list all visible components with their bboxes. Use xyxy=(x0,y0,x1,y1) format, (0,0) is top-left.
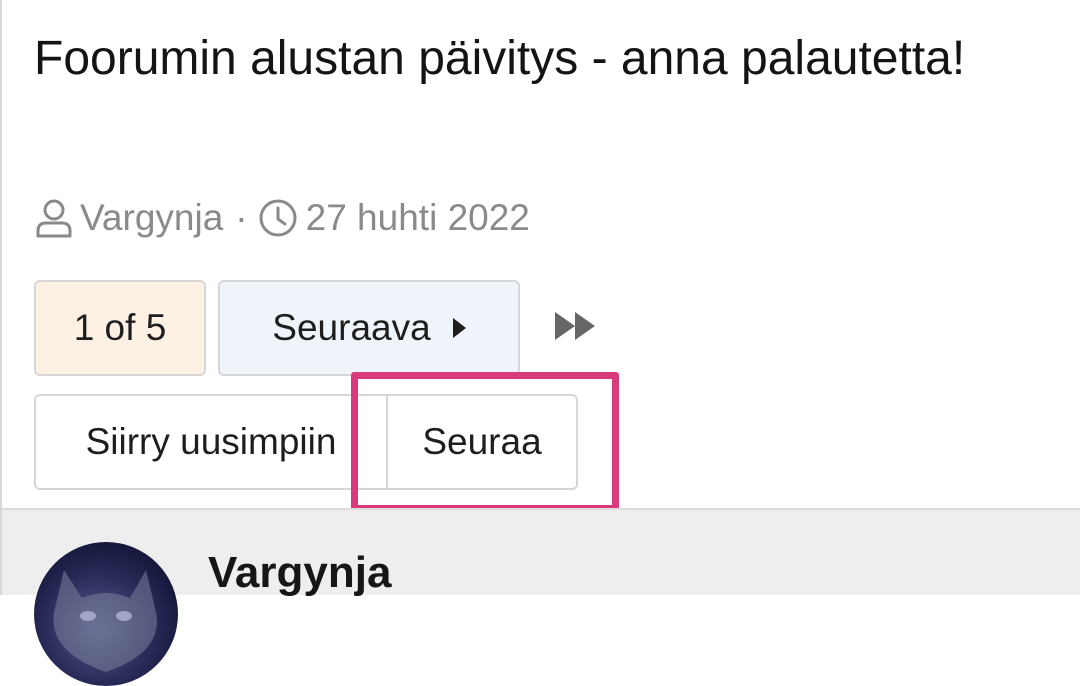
last-page-button[interactable] xyxy=(546,298,606,354)
go-to-latest-button[interactable]: Siirry uusimpiin xyxy=(36,396,388,488)
clock-icon xyxy=(258,198,298,238)
thread-meta: Vargynja · 27 huhti 2022 xyxy=(34,192,530,244)
meta-separator: · xyxy=(235,197,248,238)
next-page-button[interactable]: Seuraava xyxy=(218,280,520,376)
post-author-name[interactable]: Vargynja xyxy=(208,548,391,598)
go-to-latest-label: Siirry uusimpiin xyxy=(85,421,337,462)
follow-label: Seuraa xyxy=(422,421,542,462)
fast-forward-icon xyxy=(555,312,595,340)
page-count-label: 1 of 5 xyxy=(73,307,167,348)
thread-actions: Siirry uusimpiin Seuraa xyxy=(34,394,578,490)
follow-button[interactable]: Seuraa xyxy=(388,396,576,488)
thread-author[interactable]: Vargynja xyxy=(80,197,223,239)
avatar[interactable] xyxy=(34,542,178,686)
caret-right-icon xyxy=(452,318,466,338)
page-count-button[interactable]: 1 of 5 xyxy=(34,280,206,376)
thread-date: 27 huhti 2022 xyxy=(305,197,530,238)
user-icon xyxy=(34,198,74,238)
thread-page: Foorumin alustan päivitys - anna palaute… xyxy=(0,0,1080,686)
first-post: Vargynja xyxy=(2,508,1080,686)
next-page-label: Seuraava xyxy=(272,307,431,348)
thread-title: Foorumin alustan päivitys - anna palaute… xyxy=(34,32,966,85)
